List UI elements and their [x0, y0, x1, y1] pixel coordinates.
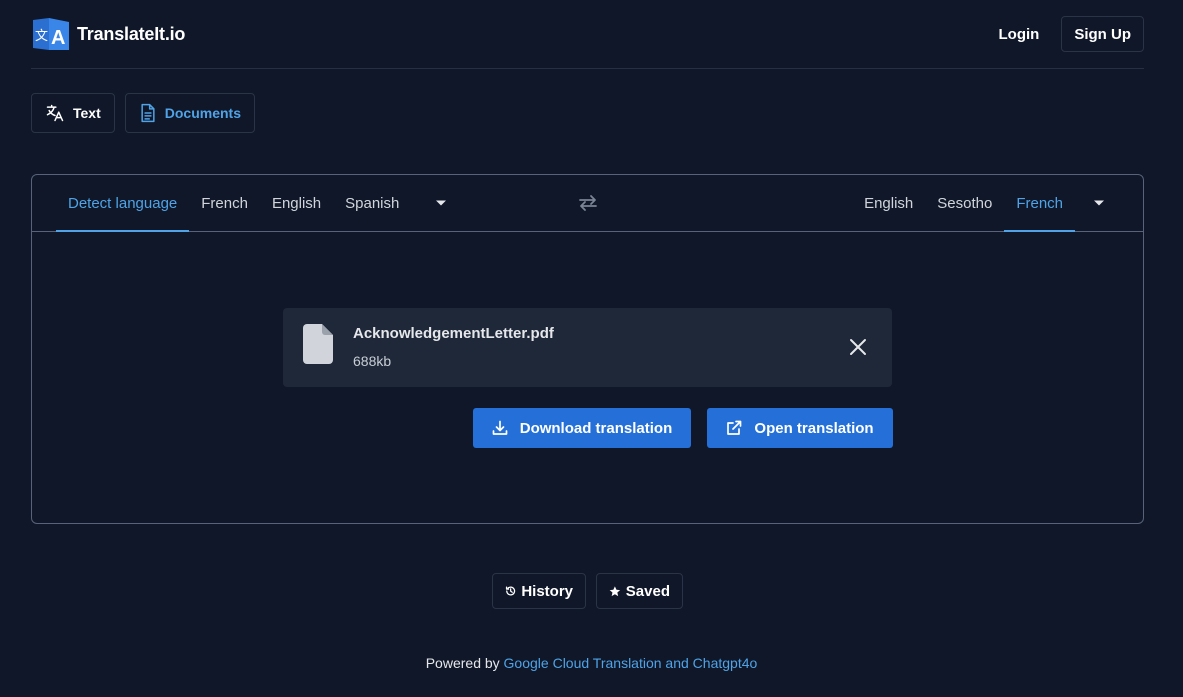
- history-icon: [505, 586, 516, 596]
- source-lang-english[interactable]: English: [260, 175, 333, 231]
- history-button[interactable]: History: [492, 573, 586, 609]
- signup-button[interactable]: Sign Up: [1061, 16, 1144, 52]
- file-icon: [303, 324, 333, 364]
- bottom-actions: History Saved: [492, 573, 683, 609]
- brand[interactable]: 文 A TranslateIt.io: [31, 14, 185, 54]
- source-language-dropdown[interactable]: [421, 175, 461, 231]
- source-lang-french[interactable]: French: [189, 175, 260, 231]
- document-icon: [141, 103, 155, 123]
- logo-icon: 文 A: [33, 18, 69, 50]
- translate-icon: [46, 104, 64, 122]
- language-bar: Detect language French English Spanish E…: [32, 175, 1143, 232]
- target-language-dropdown[interactable]: [1079, 175, 1119, 231]
- remove-file-button[interactable]: [845, 334, 871, 360]
- file-size: 688kb: [353, 353, 392, 369]
- login-button[interactable]: Login: [985, 18, 1054, 51]
- footer: Powered by Google Cloud Translation and …: [0, 655, 1183, 671]
- page: 文 A TranslateIt.io Login Sign Up Text Do…: [0, 0, 1183, 697]
- top-header: 文 A TranslateIt.io Login Sign Up: [31, 0, 1144, 69]
- tab-text-label: Text: [73, 105, 101, 121]
- source-lang-detect[interactable]: Detect language: [56, 175, 190, 232]
- brand-name: TranslateIt.io: [77, 23, 186, 44]
- star-icon: [609, 585, 621, 596]
- tab-documents[interactable]: Documents: [124, 93, 255, 133]
- uploaded-file-card: AcknowledgementLetter.pdf 688kb: [283, 308, 892, 387]
- open-translation-label: Open translation: [754, 419, 874, 437]
- tab-documents-label: Documents: [164, 105, 241, 121]
- mode-tabs: Text Documents: [31, 93, 255, 133]
- target-lang-english[interactable]: English: [852, 175, 925, 231]
- source-language-tabs: Detect language French English Spanish: [32, 175, 461, 232]
- footer-prefix: Powered by: [425, 655, 504, 671]
- saved-button[interactable]: Saved: [596, 573, 683, 609]
- download-translation-button[interactable]: Download translation: [473, 408, 691, 448]
- download-translation-label: Download translation: [519, 419, 673, 437]
- file-name: AcknowledgementLetter.pdf: [353, 325, 554, 342]
- open-translation-button[interactable]: Open translation: [707, 408, 893, 448]
- saved-label: Saved: [625, 582, 670, 600]
- swap-arrows-icon: [579, 195, 597, 211]
- download-icon: [492, 420, 508, 435]
- translator-panel: Detect language French English Spanish E…: [31, 174, 1144, 524]
- logo-small-letter: 文: [35, 29, 48, 44]
- source-lang-spanish[interactable]: Spanish: [333, 175, 411, 231]
- caret-down-icon: [1094, 200, 1104, 206]
- target-language-tabs: English Sesotho French: [852, 175, 1143, 232]
- target-lang-sesotho[interactable]: Sesotho: [925, 175, 1004, 231]
- auth-actions: Login Sign Up: [985, 16, 1144, 52]
- logo-large-letter: A: [51, 27, 65, 49]
- footer-credit-link[interactable]: Google Cloud Translation and Chatgpt4o: [504, 655, 758, 671]
- history-label: History: [521, 582, 573, 600]
- close-icon: [850, 339, 866, 355]
- external-link-icon: [727, 420, 742, 435]
- tab-text[interactable]: Text: [31, 93, 115, 133]
- target-lang-french[interactable]: French: [1004, 175, 1075, 232]
- caret-down-icon: [436, 200, 447, 206]
- swap-languages-button[interactable]: [576, 191, 600, 215]
